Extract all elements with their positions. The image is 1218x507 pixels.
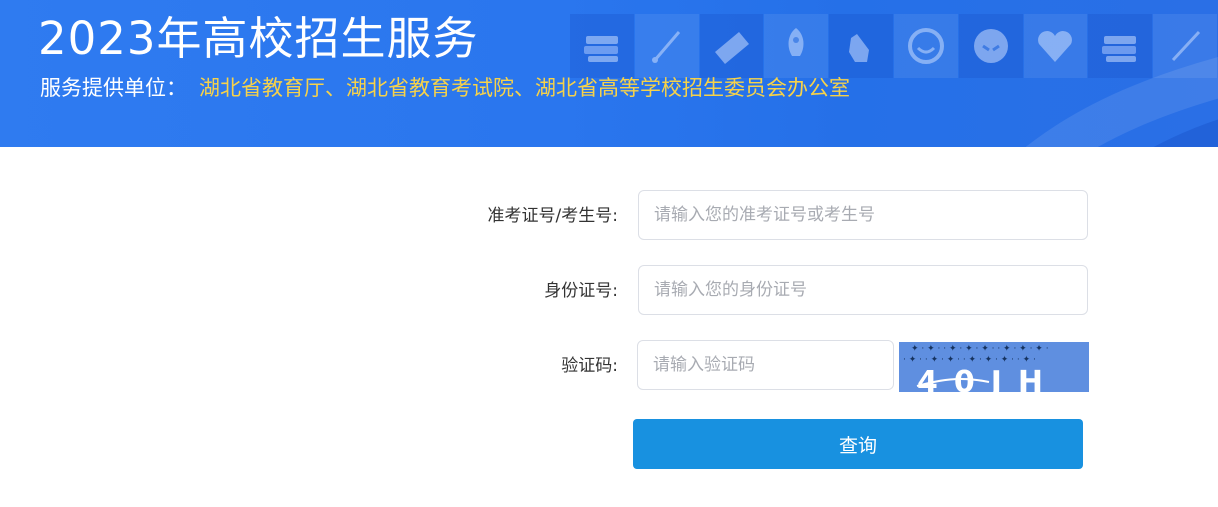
books-icon (1088, 14, 1153, 78)
provider-value: 湖北省教育厅、湖北省教育考试院、湖北省高等学校招生委员会办公室 (199, 76, 850, 100)
svg-text:· ✦ · · ✦ · ✦ · · ✦ · ✦ · ✦ ·: · ✦ · · ✦ · ✦ · · ✦ · ✦ · ✦ · · ✦ · (903, 355, 1036, 365)
header-banner: 2023年高校招生服务 服务提供单位： 湖北省教育厅、湖北省教育考试院、湖北省高等… (0, 0, 1218, 147)
exam-id-label: 准考证号/考生号: (487, 206, 618, 226)
paper-icon (699, 14, 764, 78)
captcha-input[interactable] (637, 340, 894, 390)
captcha-text: 40JH (917, 365, 1059, 392)
captcha-image[interactable]: ✦ · ✦ · · ✦ · ✦ · ✦ · · ✦ · ✦ · ✦ · · ✦ … (899, 342, 1089, 392)
svg-text:✦ · ✦ · · ✦ · ✦ · ✦ · · ✦ · ✦: ✦ · ✦ · · ✦ · ✦ · ✦ · · ✦ · ✦ · ✦ · (911, 344, 1049, 354)
exam-id-input[interactable] (638, 190, 1088, 240)
id-card-input[interactable] (638, 265, 1088, 315)
captcha-graphic: ✦ · ✦ · · ✦ · ✦ · ✦ · · ✦ · ✦ · ✦ · · ✦ … (899, 342, 1089, 392)
books-icon (570, 14, 634, 78)
id-card-label: 身份证号: (544, 281, 618, 301)
rocket-icon (764, 14, 829, 78)
smile-icon (893, 14, 958, 78)
page-title: 2023年高校招生服务 (38, 12, 479, 65)
service-provider: 服务提供单位： 湖北省教育厅、湖北省教育考试院、湖北省高等学校招生委员会办公室 (40, 73, 850, 103)
provider-label: 服务提供单位： (40, 76, 187, 100)
icon-tiles (570, 14, 1218, 80)
captcha-label: 验证码: (561, 356, 618, 376)
heart-icon (1023, 14, 1088, 78)
pen-icon (634, 14, 699, 78)
hand-icon (829, 14, 893, 78)
pencil-icon (1153, 14, 1217, 78)
face-icon (958, 14, 1023, 78)
query-button[interactable]: 查询 (633, 419, 1083, 469)
